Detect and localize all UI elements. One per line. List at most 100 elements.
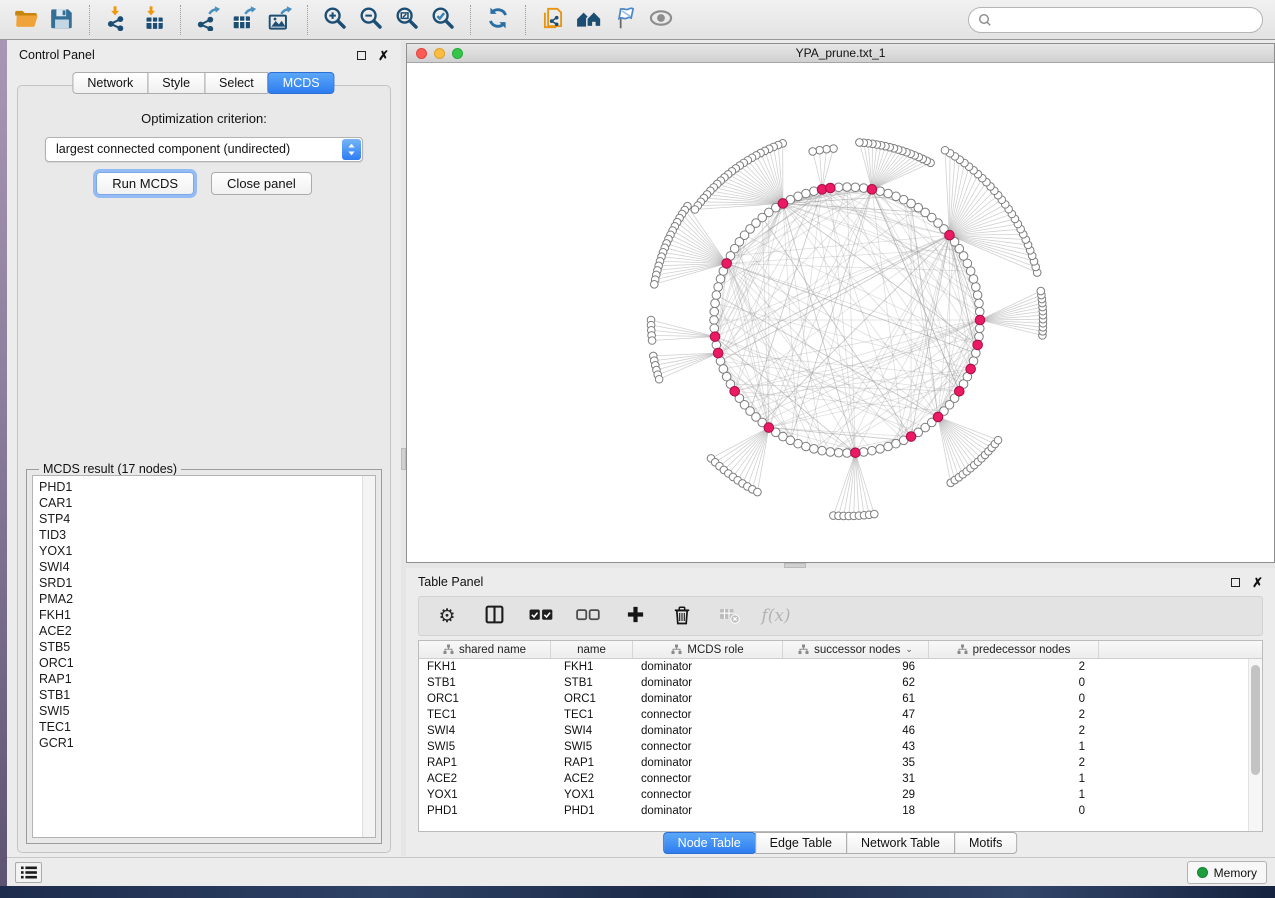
tab-motifs[interactable]: Motifs <box>954 832 1017 854</box>
column-type-icon <box>957 644 968 655</box>
column-type-icon <box>671 644 682 655</box>
cell-mcds_role: dominator <box>633 693 783 705</box>
cell-successor_nodes: 43 <box>783 741 929 753</box>
column-header-successor-nodes[interactable]: successor nodes⌄ <box>783 641 929 658</box>
open-session-button[interactable] <box>10 4 42 36</box>
save-session-button[interactable] <box>46 4 78 36</box>
table-row[interactable]: YOX1YOX1connector291 <box>419 787 1248 803</box>
import-table-button[interactable] <box>137 4 169 36</box>
run-mcds-button[interactable]: Run MCDS <box>96 172 194 195</box>
mcds-result-item[interactable]: GCR1 <box>39 735 375 751</box>
desktop-wallpaper-bottom <box>0 886 1275 898</box>
mcds-result-item[interactable]: PHD1 <box>39 479 375 495</box>
mcds-result-item[interactable]: RAP1 <box>39 671 375 687</box>
search-box[interactable] <box>968 7 1263 33</box>
deselect-all-button[interactable] <box>576 604 600 628</box>
table-row[interactable]: ACE2ACE2connector311 <box>419 771 1248 787</box>
settings-gear-button[interactable]: ⚙ <box>435 604 459 628</box>
import-network-button[interactable] <box>101 4 133 36</box>
mcds-result-item[interactable]: YOX1 <box>39 543 375 559</box>
tab-style[interactable]: Style <box>147 72 205 94</box>
criterion-dropdown[interactable]: largest connected component (undirected) <box>45 137 363 162</box>
mcds-result-item[interactable]: SRD1 <box>39 575 375 591</box>
zoom-fit-button[interactable] <box>391 4 423 36</box>
control-panel-header: Control Panel ✗ <box>7 41 401 69</box>
close-panel-button[interactable]: Close panel <box>211 172 312 195</box>
zoom-out-button[interactable] <box>355 4 387 36</box>
mcds-result-title: MCDS result (17 nodes) <box>39 462 181 476</box>
cell-mcds_role: connector <box>633 741 783 753</box>
tab-network-table[interactable]: Network Table <box>846 832 955 854</box>
tab-select[interactable]: Select <box>204 72 269 94</box>
close-window-icon[interactable] <box>416 48 427 59</box>
column-header-predecessor-nodes[interactable]: predecessor nodes <box>929 641 1099 658</box>
show-panels-button[interactable] <box>15 862 42 883</box>
float-panel-icon[interactable] <box>1231 578 1240 587</box>
mcds-result-item[interactable]: STP4 <box>39 511 375 527</box>
close-panel-icon[interactable]: ✗ <box>378 49 389 62</box>
desktop-wallpaper-left <box>0 40 7 886</box>
column-header-shared-name[interactable]: shared name <box>419 641 551 658</box>
flag-button[interactable] <box>609 4 641 36</box>
cell-name: ACE2 <box>551 773 633 785</box>
export-network-icon <box>195 5 221 34</box>
table-scrollbar[interactable] <box>1248 659 1262 831</box>
export-table-button[interactable] <box>228 4 260 36</box>
eye-button[interactable] <box>645 4 677 36</box>
mcds-result-item[interactable]: TEC1 <box>39 719 375 735</box>
mcds-result-item[interactable]: SWI4 <box>39 559 375 575</box>
table-row[interactable]: ORC1ORC1dominator610 <box>419 691 1248 707</box>
table-row[interactable]: TEC1TEC1connector472 <box>419 707 1248 723</box>
tab-mcds[interactable]: MCDS <box>268 72 335 94</box>
mcds-result-item[interactable]: TID3 <box>39 527 375 543</box>
zoom-in-button[interactable] <box>319 4 351 36</box>
cell-mcds_role: connector <box>633 773 783 785</box>
toolbar-separator <box>307 5 308 35</box>
tab-node-table[interactable]: Node Table <box>663 832 756 854</box>
search-input[interactable] <box>998 13 1253 27</box>
table-panel: Table Panel ✗ ⚙f(x) shared namenameMCDS … <box>406 568 1275 856</box>
refresh-button[interactable] <box>482 4 514 36</box>
float-panel-icon[interactable] <box>357 51 366 60</box>
mcds-result-scrollbar[interactable] <box>362 476 375 837</box>
table-row[interactable]: PHD1PHD1dominator180 <box>419 803 1248 819</box>
cell-successor_nodes: 62 <box>783 677 929 689</box>
scrollbar-thumb[interactable] <box>1251 665 1260 775</box>
houses-button[interactable] <box>573 4 605 36</box>
column-chooser-button[interactable] <box>482 604 506 628</box>
cell-shared_name: PHD1 <box>419 805 551 817</box>
mcds-result-item[interactable]: STB1 <box>39 687 375 703</box>
import-table-icon <box>140 5 166 34</box>
mcds-result-item[interactable]: CAR1 <box>39 495 375 511</box>
export-network-button[interactable] <box>192 4 224 36</box>
column-header-name[interactable]: name <box>551 641 633 658</box>
mcds-result-item[interactable]: STB5 <box>39 639 375 655</box>
column-header-MCDS-role[interactable]: MCDS role <box>633 641 783 658</box>
minimize-window-icon[interactable] <box>434 48 445 59</box>
mcds-result-item[interactable]: ORC1 <box>39 655 375 671</box>
cell-predecessor_nodes: 1 <box>929 789 1099 801</box>
export-image-button[interactable] <box>264 4 296 36</box>
table-row[interactable]: RAP1RAP1dominator352 <box>419 755 1248 771</box>
delete-button[interactable] <box>670 604 694 628</box>
add-button[interactable] <box>623 604 647 628</box>
maximize-window-icon[interactable] <box>452 48 463 59</box>
table-row[interactable]: STB1STB1dominator620 <box>419 675 1248 691</box>
share-pages-button[interactable] <box>537 4 569 36</box>
table-row[interactable]: SWI4SWI4dominator462 <box>419 723 1248 739</box>
mcds-result-item[interactable]: PMA2 <box>39 591 375 607</box>
tab-network[interactable]: Network <box>72 72 148 94</box>
memory-button[interactable]: Memory <box>1187 861 1267 884</box>
table-row[interactable]: FKH1FKH1dominator962 <box>419 659 1248 675</box>
mcds-result-item[interactable]: SWI5 <box>39 703 375 719</box>
close-panel-icon[interactable]: ✗ <box>1252 576 1263 589</box>
zoom-selected-button[interactable] <box>427 4 459 36</box>
mcds-result-item[interactable]: ACE2 <box>39 623 375 639</box>
table-row[interactable]: SWI5SWI5connector431 <box>419 739 1248 755</box>
table-body: FKH1FKH1dominator962STB1STB1dominator620… <box>419 659 1248 831</box>
cell-name: RAP1 <box>551 757 633 769</box>
mcds-result-item[interactable]: FKH1 <box>39 607 375 623</box>
select-all-button[interactable] <box>529 604 553 628</box>
tab-edge-table[interactable]: Edge Table <box>755 832 847 854</box>
network-canvas[interactable] <box>407 63 1274 562</box>
